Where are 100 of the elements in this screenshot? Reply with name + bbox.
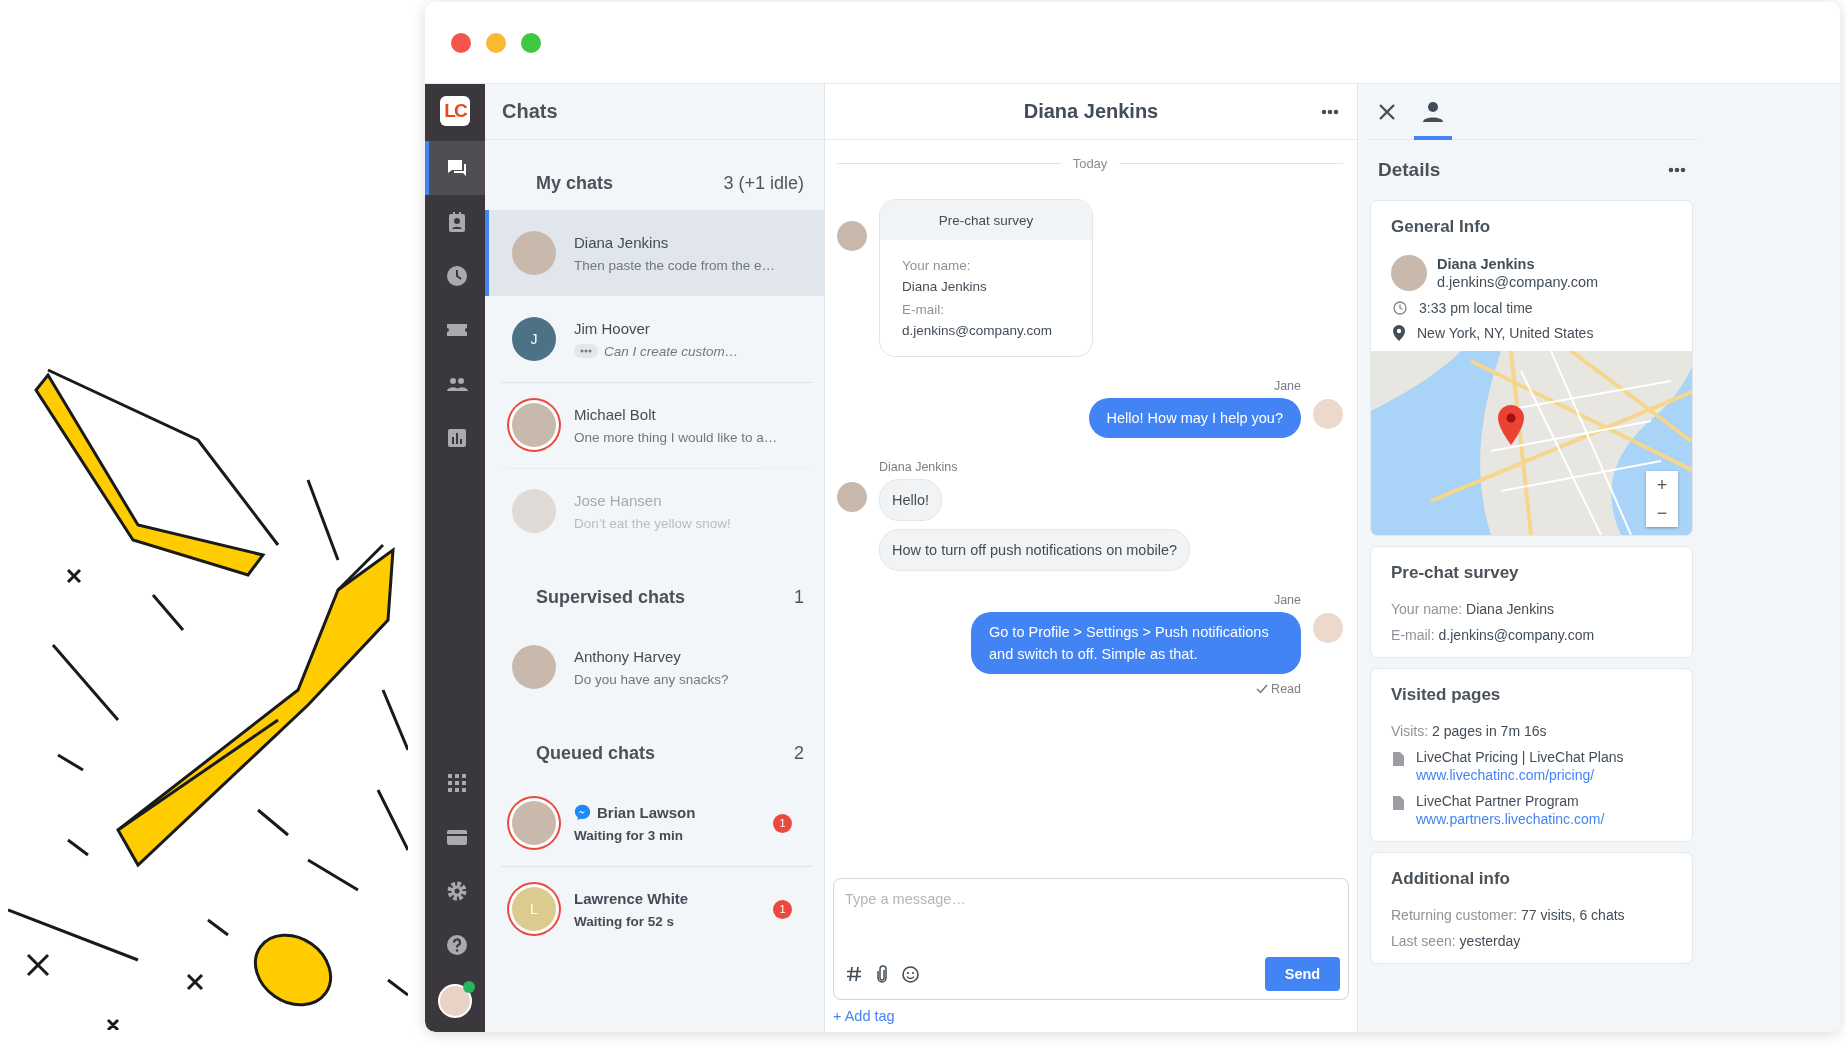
location-pin-icon	[1393, 325, 1405, 341]
field-value: 2 pages in 7m 16s	[1432, 723, 1547, 739]
avatar-photo[interactable]	[438, 984, 472, 1018]
field-label: Returning customer:	[1391, 907, 1518, 923]
message-preview: One more thing I would like to a…	[574, 429, 778, 445]
add-tag-link[interactable]: + Add tag	[833, 1008, 895, 1024]
avatar-photo	[837, 482, 867, 512]
page-title: LiveChat Pricing | LiveChat Plans	[1416, 749, 1624, 765]
field-value: d.jenkins@company.com	[1438, 627, 1595, 643]
location-text: New York, NY, United States	[1417, 325, 1594, 341]
document-icon	[1393, 796, 1404, 810]
section-title: Supervised chats	[536, 586, 686, 608]
section-title: My chats	[536, 172, 614, 194]
message-preview: Can I create custom…	[604, 343, 739, 359]
page-link[interactable]: www.partners.livechatinc.com/	[1416, 811, 1605, 827]
message-bubble: How to turn off push notifications on mobile?	[879, 529, 1191, 571]
page-title: LiveChat Partner Program	[1416, 793, 1580, 809]
section-title: Queued chats	[536, 742, 656, 764]
panel-title: Details	[1378, 159, 1441, 181]
person-icon	[1422, 100, 1444, 123]
message-preview: Don’t eat the yellow snow!	[574, 515, 731, 531]
chat-list-item[interactable]: Diana Jenkins Then paste the code from the e…	[485, 210, 824, 296]
avatar-photo	[1313, 399, 1343, 429]
author-name: Jane	[1273, 379, 1301, 393]
field-value: yesterday	[1459, 933, 1521, 949]
zoom-out-button[interactable]: −	[1646, 499, 1678, 527]
card-title: Pre-chat survey	[1391, 563, 1520, 583]
field-label: Your name:	[1391, 601, 1463, 617]
field-label: Visits:	[1391, 723, 1429, 739]
hashtag-icon[interactable]	[846, 966, 862, 982]
emoji-icon[interactable]	[902, 965, 919, 983]
clock-icon	[1393, 301, 1407, 315]
message-preview: Do you have any snacks?	[574, 671, 729, 687]
close-window-button[interactable]	[451, 32, 471, 53]
paperclip-icon[interactable]	[876, 965, 888, 983]
contact-name: Jose Hansen	[574, 491, 662, 509]
contact-name: Michael Bolt	[574, 405, 656, 423]
local-time: 3:33 pm local time	[1419, 300, 1533, 316]
contact-name: Anthony Harvey	[574, 647, 681, 665]
zoom-in-button[interactable]: +	[1646, 471, 1678, 499]
section-count: 3 (+1 idle)	[723, 172, 804, 194]
unread-badge: 1	[773, 813, 792, 833]
logo[interactable]: LC	[440, 96, 470, 126]
contact-name: Jim Hoover	[574, 319, 650, 337]
chat-title: Diana Jenkins	[1023, 100, 1159, 123]
card-title: Additional info	[1391, 869, 1511, 889]
message-preview: Waiting for 52 s	[574, 913, 674, 929]
avatar-photo	[512, 645, 556, 689]
field-label: E-mail:	[902, 302, 945, 317]
author-name: Jane	[1273, 593, 1301, 607]
chat-list-item[interactable]: J Jim Hoover Can I create custom…	[485, 296, 812, 382]
help-icon	[446, 934, 468, 956]
bar-chart-icon	[446, 427, 468, 449]
message-input[interactable]: Type a message… Send	[833, 878, 1349, 1000]
message-preview: Then paste the code from the e…	[574, 257, 776, 273]
avatar-initial: J	[512, 317, 556, 361]
field-label: Last seen:	[1391, 933, 1456, 949]
grid-icon	[446, 772, 468, 794]
contact-card-icon	[446, 211, 468, 233]
send-button[interactable]: Send	[1265, 957, 1340, 991]
chat-list-item[interactable]: Michael Bolt One more thing I would like to a…	[485, 382, 812, 468]
message-preview: Waiting for 3 min	[574, 827, 683, 843]
field-label: Your name:	[902, 258, 972, 273]
field-value: 77 visits, 6 chats	[1521, 907, 1625, 923]
message-bubble: Hello!	[879, 479, 943, 521]
close-icon[interactable]	[1378, 102, 1396, 121]
survey-title: Pre-chat survey	[880, 200, 1092, 240]
page-link[interactable]: www.livechatinc.com/pricing/	[1416, 767, 1624, 783]
author-name: Diana Jenkins	[879, 460, 958, 474]
card-title: Visited pages	[1391, 685, 1502, 705]
message-bubble: Go to Profile > Settings > Push notifications and switch to off. Simple as that.	[971, 612, 1301, 674]
more-icon[interactable]	[1321, 109, 1339, 115]
settings-icon	[446, 880, 468, 902]
contact-name: Diana Jenkins	[574, 233, 669, 251]
document-icon	[1393, 752, 1404, 766]
section-count: 1	[794, 586, 804, 608]
chat-list-item[interactable]: Anthony Harvey Do you have any snacks?	[485, 624, 812, 710]
field-value: Diana Jenkins	[1466, 601, 1555, 617]
contact-name: Brian Lawson	[597, 803, 696, 821]
avatar-photo	[837, 221, 867, 251]
more-icon[interactable]	[1668, 167, 1686, 173]
unread-badge: 1	[773, 899, 792, 919]
avatar-photo	[512, 489, 556, 533]
chat-list-item[interactable]: L Lawrence White Waiting for 52 s 1	[485, 866, 812, 952]
panel-title: Chats	[502, 100, 558, 123]
section-count: 2	[794, 742, 804, 764]
field-label: E-mail:	[1391, 627, 1435, 643]
message-bubble: Hello! How may I help you?	[1088, 398, 1301, 438]
date-label: Today	[1072, 156, 1108, 171]
avatar-photo	[1313, 613, 1343, 643]
field-value: d.jenkins@company.com	[902, 323, 1054, 338]
check-icon	[1256, 684, 1269, 694]
chat-list-item[interactable]: Brian Lawson Waiting for 3 min 1	[485, 780, 812, 866]
avatar-photo	[512, 231, 556, 275]
field-value: Diana Jenkins	[902, 279, 988, 294]
contact-name: Diana Jenkins	[1437, 256, 1536, 272]
nav-item[interactable]	[425, 141, 485, 195]
clock-icon	[446, 265, 468, 287]
contact-name: Lawrence White	[574, 889, 689, 907]
map-pin-icon	[1498, 405, 1524, 445]
